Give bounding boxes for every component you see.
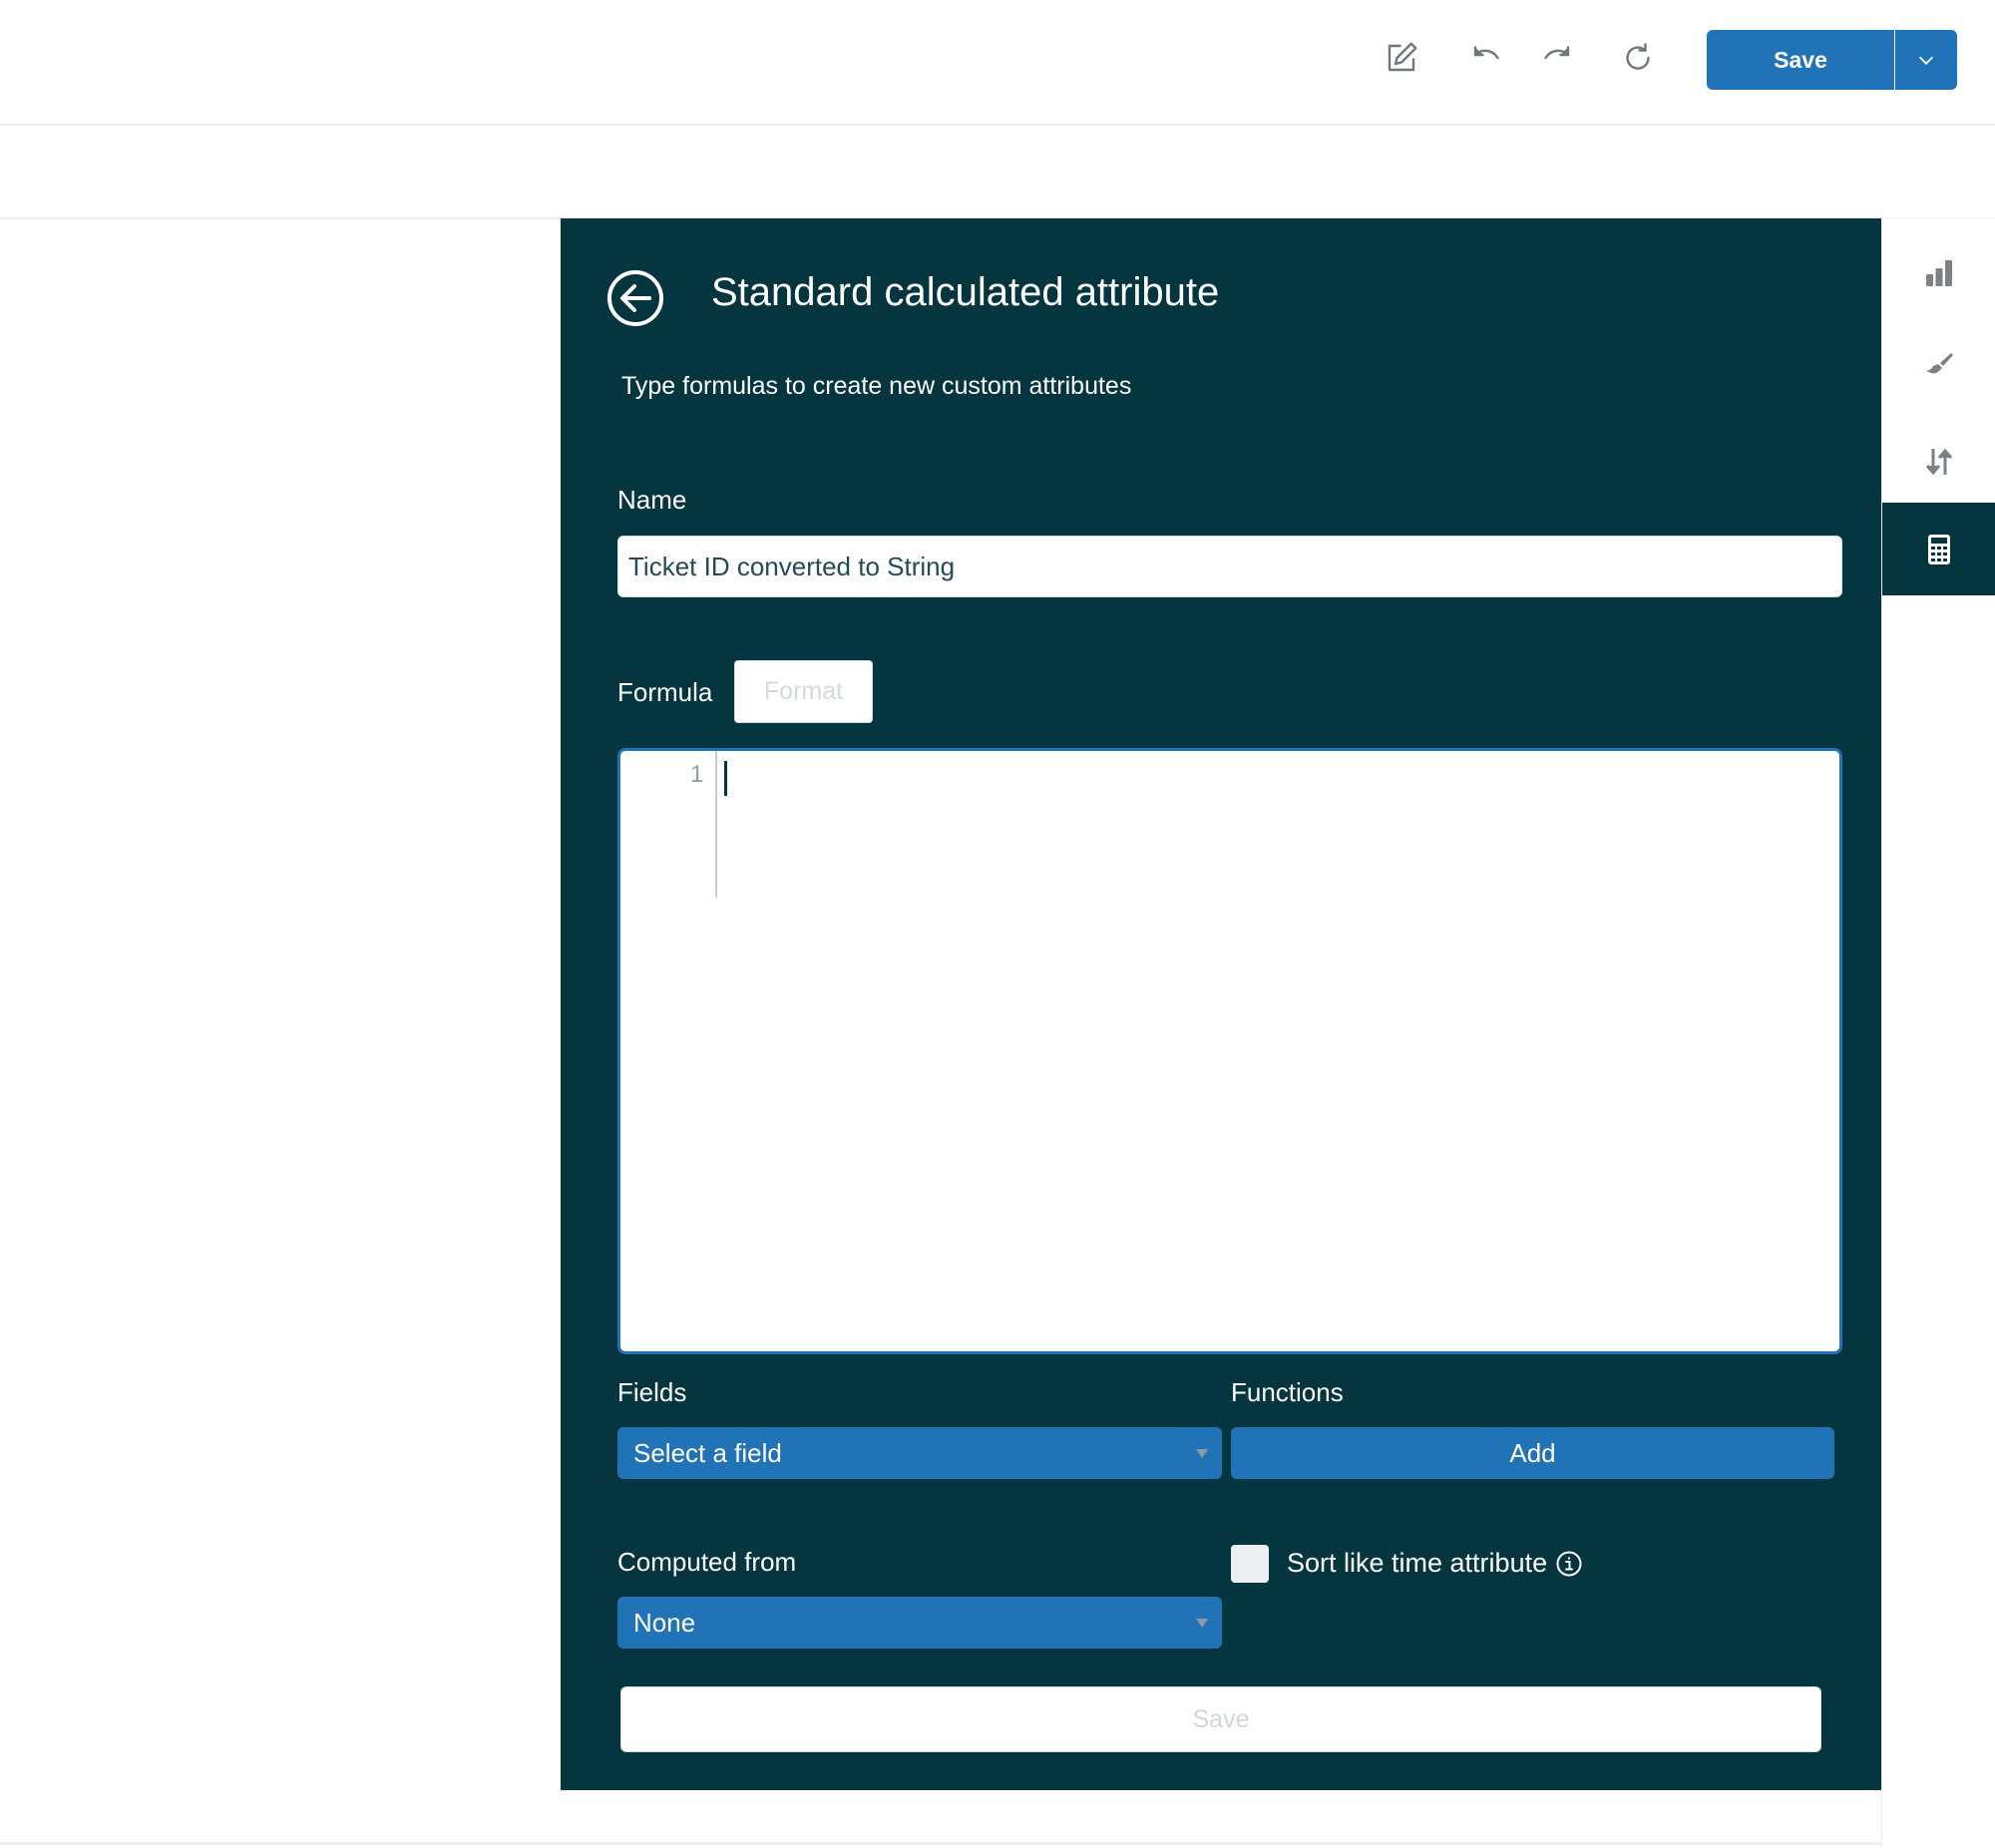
format-button[interactable]: Format xyxy=(734,660,873,723)
formula-label: Formula xyxy=(617,677,713,707)
rail-item-sort[interactable] xyxy=(1882,415,1995,508)
computed-from-value: None xyxy=(633,1607,696,1638)
save-button[interactable]: Save xyxy=(1707,30,1895,90)
right-sidebar xyxy=(1881,218,1995,1848)
fields-select[interactable]: Select a field xyxy=(617,1427,1222,1479)
dropdown-arrow-icon xyxy=(1196,1619,1208,1628)
dropdown-arrow-icon xyxy=(1196,1449,1208,1458)
rail-item-calculated[interactable] xyxy=(1882,503,1995,595)
save-button-group: Save xyxy=(1707,30,1957,90)
info-icon[interactable] xyxy=(1555,1550,1583,1578)
rail-item-style[interactable] xyxy=(1882,320,1995,413)
line-number: 1 xyxy=(690,761,704,788)
calculated-attribute-panel: Standard calculated attribute Type formu… xyxy=(561,218,1881,1790)
redo-icon xyxy=(1544,46,1570,60)
canvas-area xyxy=(0,219,561,1842)
editor-gutter xyxy=(715,751,717,898)
top-toolbar: Save xyxy=(0,0,1995,126)
sort-arrows-icon xyxy=(1925,448,1953,475)
formula-editor[interactable]: 1 xyxy=(617,748,1842,1354)
sort-like-time-label: Sort like time attribute xyxy=(1287,1548,1583,1579)
paintbrush-icon xyxy=(1926,352,1953,373)
fields-select-value: Select a field xyxy=(633,1437,782,1468)
name-input[interactable] xyxy=(617,536,1842,597)
secondary-bar xyxy=(0,126,1995,219)
bar-chart-icon xyxy=(1926,259,1952,286)
edit-icon xyxy=(1388,42,1417,72)
rail-item-chart[interactable] xyxy=(1882,226,1995,319)
panel-title: Standard calculated attribute xyxy=(711,270,1220,314)
computed-from-select[interactable]: None xyxy=(617,1597,1222,1649)
sort-like-time-text: Sort like time attribute xyxy=(1287,1548,1548,1578)
back-button[interactable] xyxy=(605,268,665,328)
save-attribute-button[interactable]: Save xyxy=(620,1686,1821,1752)
computed-from-label: Computed from xyxy=(617,1547,797,1577)
functions-label: Functions xyxy=(1231,1377,1344,1407)
text-cursor xyxy=(724,761,727,796)
divider xyxy=(0,1842,1881,1845)
add-function-button[interactable]: Add xyxy=(1231,1427,1834,1479)
undo-button[interactable] xyxy=(1467,38,1507,78)
refresh-icon xyxy=(1626,43,1650,70)
redo-button[interactable] xyxy=(1536,38,1576,78)
edit-button[interactable] xyxy=(1382,38,1421,78)
chevron-down-icon xyxy=(1918,56,1934,65)
undo-icon xyxy=(1473,46,1499,60)
save-options-button[interactable] xyxy=(1895,30,1957,90)
arrow-left-circle-icon xyxy=(607,270,663,326)
fields-label: Fields xyxy=(617,1377,687,1407)
name-label: Name xyxy=(617,485,687,515)
calculator-icon xyxy=(1928,534,1950,564)
refresh-button[interactable] xyxy=(1618,38,1658,78)
panel-subtitle: Type formulas to create new custom attri… xyxy=(621,372,1132,400)
sort-like-time-checkbox[interactable] xyxy=(1231,1545,1269,1583)
